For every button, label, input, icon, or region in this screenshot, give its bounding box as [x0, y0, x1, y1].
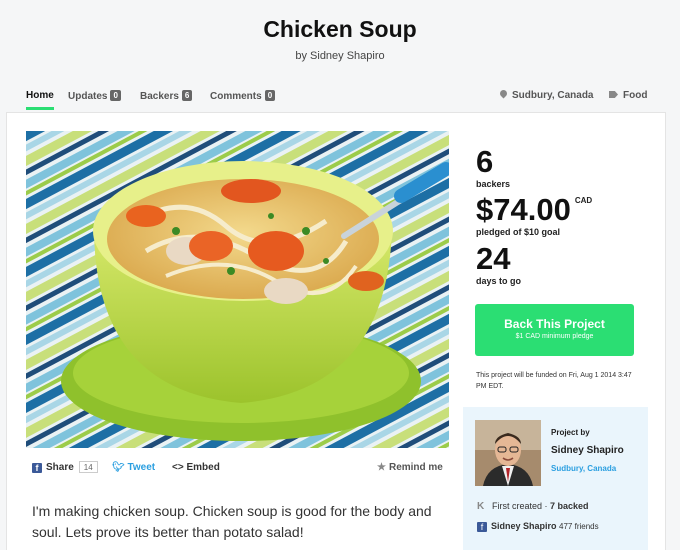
pledged-label: pledged of $10 goal	[476, 227, 561, 237]
facebook-name[interactable]: Sidney Shapiro	[491, 521, 557, 531]
tab-backers-label: Backers	[140, 91, 179, 102]
location-link[interactable]: Sudbury, Canada	[500, 90, 594, 101]
code-icon: <>	[172, 462, 184, 473]
updates-count-badge: 0	[110, 90, 121, 101]
tab-backers[interactable]: Backers 6	[140, 90, 193, 110]
facebook-icon: f	[477, 522, 487, 532]
location-pin-icon	[500, 90, 507, 99]
tweet-button[interactable]: 🐦︎ Tweet	[112, 461, 155, 475]
backers-count: 6	[476, 144, 494, 179]
project-title: Chicken Soup	[263, 16, 417, 42]
days-stat: 24 days to go	[476, 243, 521, 286]
project-nav: Home Updates 0 Backers 6 Comments 0 Sudbury…	[26, 90, 650, 110]
location-label: Sudbury, Canada	[512, 90, 594, 101]
remind-me-button[interactable]: ★ Remind me	[377, 461, 443, 475]
share-label: Share	[46, 462, 74, 473]
tab-comments-label: Comments	[210, 91, 262, 102]
soup-bowl-image	[26, 131, 449, 448]
facebook-icon: f	[32, 463, 42, 473]
funding-note: This project will be funded on Fri, Aug …	[476, 372, 632, 390]
creator-avatar[interactable]	[475, 420, 541, 486]
backers-stat: 6 backers	[476, 146, 510, 189]
back-project-label: Back This Project	[504, 317, 605, 331]
facebook-friends: 477 friends	[559, 522, 599, 531]
kickstarter-icon: K	[477, 501, 485, 512]
days-label: days to go	[476, 276, 522, 286]
creator-photo	[475, 420, 541, 486]
tab-updates-label: Updates	[68, 91, 108, 102]
tab-home-label: Home	[26, 90, 54, 101]
twitter-icon: 🐦︎	[112, 462, 125, 473]
created-text: First created ·	[492, 501, 548, 511]
share-bar: f Share 14 🐦︎ Tweet <> Embed ★ Remind me	[32, 461, 444, 475]
backers-label: backers	[476, 179, 511, 189]
creator-name[interactable]: Sidney Shapiro	[551, 445, 624, 456]
creator-history: K First created · 7 backed	[477, 501, 589, 512]
tab-home[interactable]: Home	[26, 90, 54, 110]
category-link[interactable]: Food	[609, 90, 647, 101]
tab-comments[interactable]: Comments 0	[210, 90, 276, 110]
share-count: 14	[78, 461, 98, 473]
creator-location[interactable]: Sudbury, Canada	[551, 464, 616, 473]
minimum-pledge-label: $1 CAD minimum pledge	[515, 333, 594, 340]
project-byline[interactable]: by Sidney Shapiro	[0, 50, 680, 62]
embed-label: Embed	[186, 462, 220, 473]
pledged-currency: CAD	[574, 196, 593, 205]
embed-button[interactable]: <> Embed	[172, 461, 220, 475]
creator-card: Project by Sidney Shapiro Sudbury, Canad…	[463, 407, 648, 550]
tab-updates[interactable]: Updates 0	[68, 90, 121, 110]
category-label: Food	[623, 90, 648, 101]
backed-count[interactable]: 7 backed	[550, 501, 589, 511]
pledged-stat: $74.00 CAD pledged of $10 goal	[476, 194, 592, 237]
tag-icon	[609, 91, 618, 98]
project-by-label: Project by	[551, 428, 590, 437]
back-project-button[interactable]: Back This Project $1 CAD minimum pledge	[475, 304, 634, 356]
star-icon: ★	[377, 462, 386, 473]
project-description: I'm making chicken soup. Chicken soup is…	[32, 503, 432, 540]
comments-count-badge: 0	[264, 90, 276, 101]
pledged-amount: $74.00	[476, 192, 571, 227]
facebook-share-button[interactable]: f Share 14	[32, 461, 98, 475]
backers-count-badge: 6	[181, 90, 193, 101]
days-count: 24	[476, 241, 511, 276]
project-image[interactable]	[26, 131, 449, 448]
tweet-label: Tweet	[127, 462, 156, 473]
remind-label: Remind me	[388, 462, 443, 473]
creator-facebook: f Sidney Shapiro 477 friends	[477, 521, 599, 532]
